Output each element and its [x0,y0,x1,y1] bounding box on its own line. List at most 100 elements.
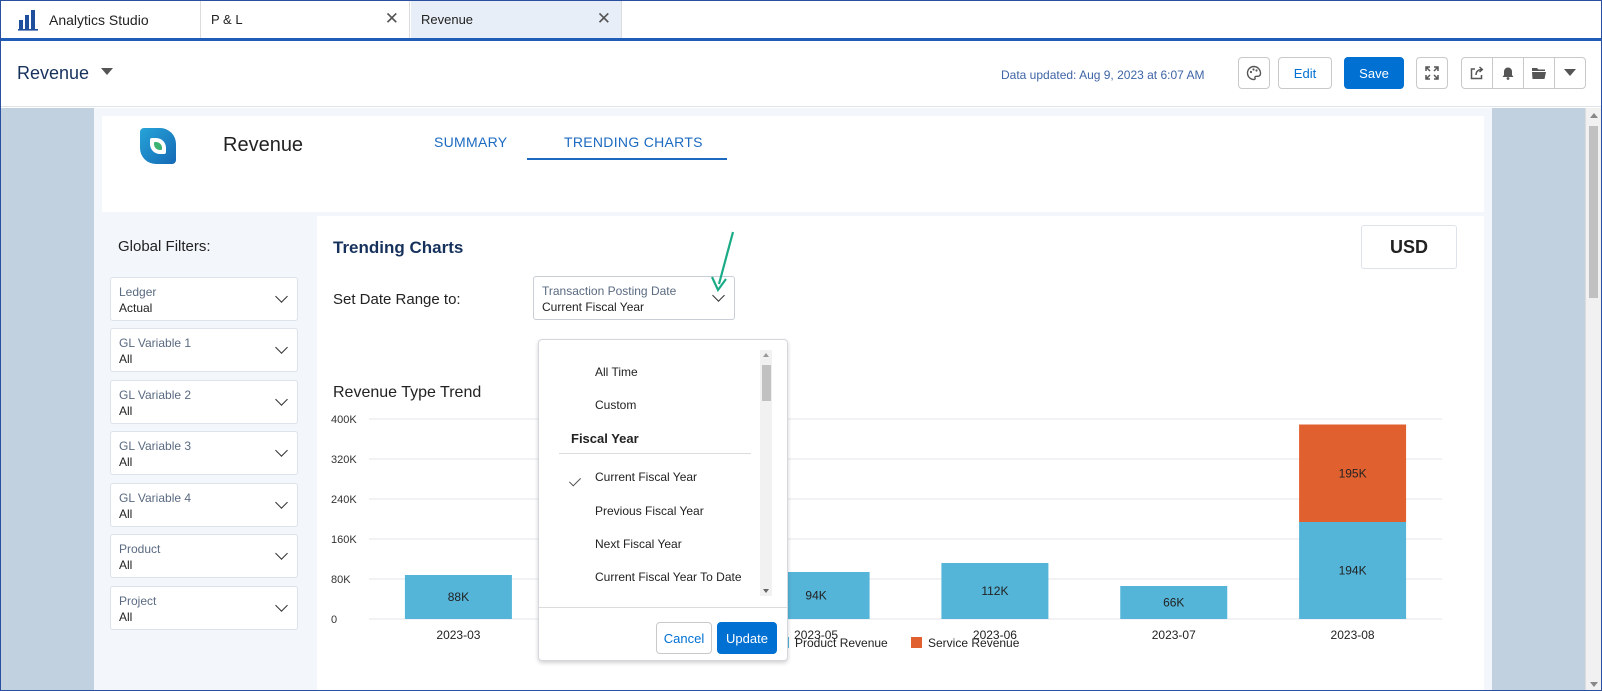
revenue-type-trend-chart: 080K160K240K320K400K88K2023-032023-0494K… [331,414,1442,650]
app-window: Analytics Studio P & L ✕ Revenue ✕ Reven… [0,0,1602,691]
group-label-fiscal-year: Fiscal Year [571,431,639,446]
y-tick-label: 320K [331,454,357,466]
app-title: Analytics Studio [49,11,149,28]
close-icon[interactable]: ✕ [597,10,611,27]
title-menu-caret-icon[interactable] [101,68,113,75]
dashboard-logo-icon [140,128,176,164]
y-tick-label: 240K [331,494,357,506]
filter-value: All [119,610,133,624]
y-tick-label: 80K [331,574,351,586]
data-label: 94K [805,589,826,603]
filter-value: Actual [119,301,153,315]
filter-label: GL Variable 3 [119,439,192,453]
option-current-fiscal-year-to-date[interactable]: Current Fiscal Year To Date [595,570,742,584]
date-field-value: Current Fiscal Year [542,300,645,314]
data-label: 66K [1163,596,1184,610]
y-tick-label: 160K [331,534,357,546]
tab-revenue[interactable]: Revenue ✕ [411,1,622,38]
chevron-down-icon [275,599,288,612]
x-tick-label: 2023-07 [1152,628,1196,642]
tab-summary[interactable]: SUMMARY [434,134,507,150]
filter-gl-variable-4[interactable]: GL Variable 4 All [110,483,298,527]
chevron-down-icon [275,547,288,560]
date-range-label: Set Date Range to: [333,291,461,308]
tab-trending-charts[interactable]: TRENDING CHARTS [564,134,703,150]
palette-icon [1246,65,1262,81]
option-custom[interactable]: Custom [595,398,636,412]
chevron-down-icon [275,341,288,354]
tab-label: P & L [211,12,243,27]
filter-label: Project [119,594,157,608]
chevron-down-icon [1564,69,1576,76]
chevron-down-icon [275,496,288,509]
app-tab[interactable]: Analytics Studio [1,1,201,38]
page-title: Revenue [17,63,90,83]
tab-p-and-l[interactable]: P & L ✕ [201,1,410,38]
filter-ledger[interactable]: Ledger Actual [110,277,298,321]
cancel-button[interactable]: Cancel [656,622,712,654]
more-actions-button[interactable] [1555,58,1585,88]
filter-label: GL Variable 2 [119,388,192,402]
date-field-label: Transaction Posting Date [542,284,677,298]
dashboard-title: Revenue [223,134,304,156]
currency-badge: USD [1361,225,1457,269]
scroll-down-icon[interactable] [763,589,769,593]
annotation-arrow-icon [711,231,735,293]
data-label: 194K [1339,564,1367,578]
data-updated-text: Data updated: Aug 9, 2023 at 6:07 AM [1001,68,1205,82]
save-button[interactable]: Save [1344,57,1404,89]
share-icon [1470,66,1484,80]
chevron-down-icon [275,290,288,303]
section-title: Trending Charts [333,238,464,257]
open-button[interactable] [1524,58,1555,88]
filter-value: All [119,352,133,366]
option-next-fiscal-year[interactable]: Next Fiscal Year [595,537,682,551]
legend-label-service-revenue: Service Revenue [928,636,1020,650]
filter-gl-variable-2[interactable]: GL Variable 2 All [110,380,298,424]
dropdown-scrollbar[interactable] [760,350,772,596]
share-button[interactable] [1462,58,1493,88]
check-icon [568,474,582,487]
theme-button[interactable] [1238,57,1270,89]
edit-button[interactable]: Edit [1278,57,1332,89]
bell-icon [1502,67,1514,80]
y-tick-label: 400K [331,414,357,426]
option-all-time[interactable]: All Time [595,365,638,379]
scroll-up-icon[interactable] [1590,113,1598,118]
filter-value: All [119,558,133,572]
folder-icon [1532,68,1546,79]
active-tab-indicator [527,158,727,160]
dashboard-top-panel: Revenue SUMMARY TRENDING CHARTS [102,116,1484,212]
filter-label: Product [119,542,161,556]
option-current-fiscal-year[interactable]: Current Fiscal Year [595,470,697,484]
data-label: 112K [981,584,1008,598]
scroll-up-icon[interactable] [763,353,769,357]
fullscreen-button[interactable] [1416,57,1448,89]
filter-project[interactable]: Project All [110,586,298,630]
filter-gl-variable-3[interactable]: GL Variable 3 All [110,431,298,475]
filter-value: All [119,404,133,418]
expand-icon [1425,66,1439,80]
option-previous-fiscal-year[interactable]: Previous Fiscal Year [595,504,704,518]
global-filters-panel: Global Filters: Ledger Actual GL Variabl… [102,216,310,690]
notifications-button[interactable] [1493,58,1524,88]
action-button-group [1461,57,1586,89]
divider [559,453,751,454]
scrollbar-thumb[interactable] [1589,126,1598,298]
page-scrollbar[interactable] [1585,108,1601,690]
scrollbar-thumb[interactable] [762,365,771,401]
data-label: 195K [1339,466,1367,480]
filter-gl-variable-1[interactable]: GL Variable 1 All [110,328,298,372]
scroll-down-icon[interactable] [1590,682,1598,687]
filter-product[interactable]: Product All [110,534,298,578]
tab-bar: Analytics Studio P & L ✕ Revenue ✕ [1,1,1601,41]
chevron-down-icon [275,444,288,457]
trending-charts-panel: Trending Charts USD Set Date Range to: T… [317,216,1484,690]
filter-label: GL Variable 4 [119,491,192,505]
date-range-select[interactable]: Transaction Posting Date Current Fiscal … [533,276,735,320]
update-button[interactable]: Update [717,622,777,654]
y-tick-label: 0 [331,614,337,626]
legend-label-product-revenue: Product Revenue [795,636,888,650]
date-range-dropdown: All Time Custom Fiscal Year Current Fisc… [538,339,788,661]
close-icon[interactable]: ✕ [385,10,399,27]
